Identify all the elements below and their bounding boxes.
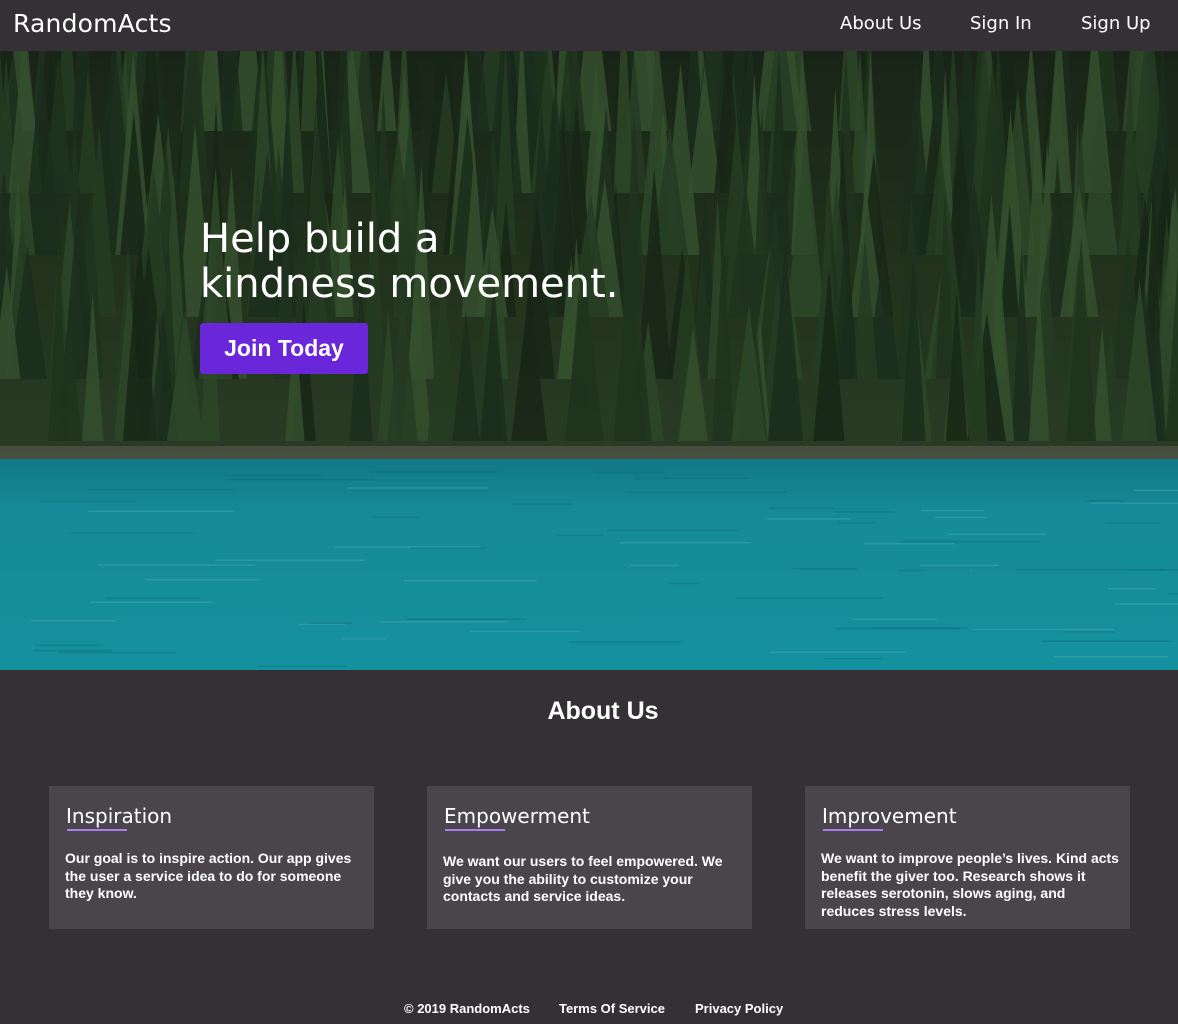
card-inspiration: Inspiration Our goal is to inspire actio…: [49, 786, 374, 929]
card-body: We want our users to feel empowered. We …: [443, 853, 723, 904]
about-us-heading: About Us: [547, 697, 659, 725]
hero-heading: Help build a kindness movement.: [200, 217, 618, 307]
hero-heading-line-2: kindness movement.: [200, 261, 619, 307]
card-underline: [67, 829, 127, 831]
footer-privacy-link[interactable]: Privacy Policy: [695, 1001, 783, 1016]
forest-lake-image: [0, 51, 1178, 670]
card-body: We want to improve people’s lives. Kind …: [821, 850, 1119, 919]
nav-sign-up[interactable]: Sign Up: [1081, 13, 1151, 34]
card-title: Improvement: [822, 804, 957, 828]
join-today-button[interactable]: Join Today: [200, 323, 368, 374]
footer-terms-link[interactable]: Terms Of Service: [559, 1001, 665, 1016]
brand-logo[interactable]: RandomActs: [13, 9, 172, 38]
nav-sign-in[interactable]: Sign In: [970, 13, 1032, 34]
footer-copyright: © 2019 RandomActs: [404, 1001, 530, 1016]
card-underline: [823, 829, 883, 831]
card-improvement: Improvement We want to improve people’s …: [805, 786, 1130, 929]
card-empowerment: Empowerment We want our users to feel em…: [427, 786, 752, 929]
card-title: Inspiration: [66, 804, 173, 828]
card-underline: [445, 829, 505, 831]
card-body: Our goal is to inspire action. Our app g…: [65, 850, 352, 901]
card-title: Empowerment: [444, 804, 590, 828]
hero-heading-line-1: Help build a: [200, 216, 440, 262]
top-navbar: RandomActs About Us Sign In Sign Up: [0, 0, 1178, 51]
nav-about-us[interactable]: About Us: [840, 13, 922, 34]
hero-section: Help build a kindness movement. Join Tod…: [0, 51, 1178, 670]
